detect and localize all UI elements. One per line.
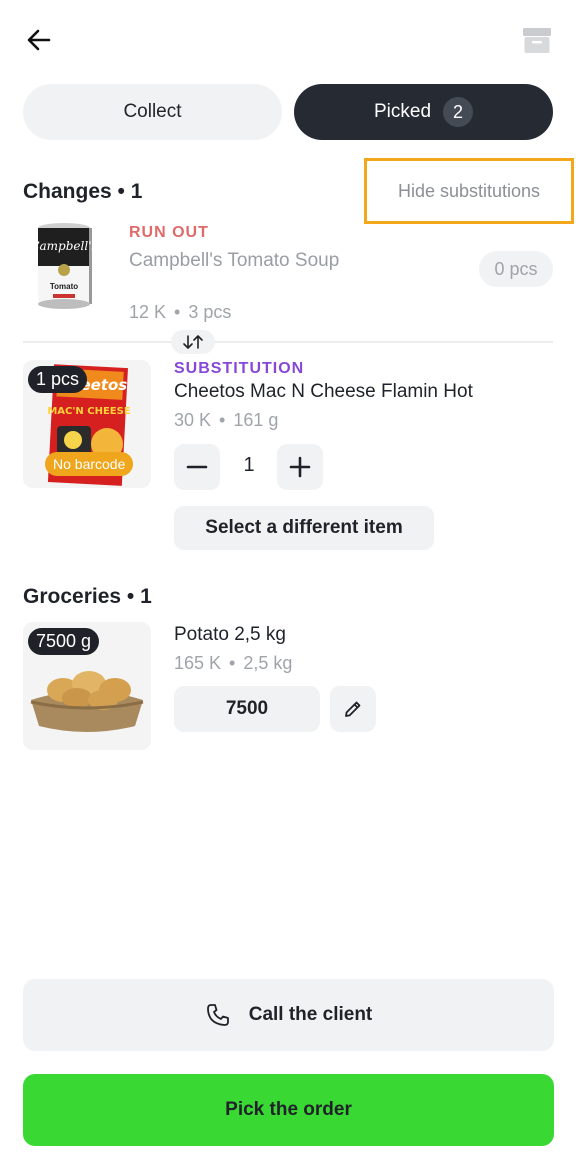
arrow-left-icon — [27, 29, 51, 51]
tab-picked[interactable]: Picked 2 — [294, 84, 553, 140]
pick-order-button[interactable]: Pick the order — [23, 1074, 554, 1146]
swap-arrows-icon — [183, 335, 203, 349]
original-item-meta: 12 K • 3 pcs — [129, 302, 231, 323]
edit-weight-button[interactable] — [330, 686, 376, 732]
original-item-name: Campbell's Tomato Soup — [129, 250, 340, 271]
minus-icon — [186, 465, 208, 469]
pick-order-label: Pick the order — [225, 1099, 352, 1120]
substitution-divider — [23, 341, 553, 343]
tab-picked-label: Picked — [373, 101, 432, 122]
grocery-item-meta: 165 K • 2,5 kg — [174, 653, 292, 674]
increase-quantity-button[interactable] — [277, 444, 323, 490]
grocery-item-amount: 2,5 kg — [243, 653, 293, 673]
hide-substitutions-button[interactable]: Hide substitutions — [364, 158, 574, 224]
call-client-button[interactable]: Call the client — [23, 979, 554, 1051]
picked-quantity-badge: 0 pcs — [479, 251, 553, 287]
pencil-icon — [345, 701, 361, 717]
phone-icon — [206, 1004, 229, 1026]
substitution-tag: SUBSTITUTION — [174, 360, 305, 377]
plus-icon — [289, 456, 311, 478]
quantity-value: 1 — [243, 454, 255, 476]
grocery-item-price: 165 K — [174, 653, 222, 673]
potato-image: 7500 g — [23, 622, 151, 750]
svg-text:Campbell's: Campbell's — [30, 239, 97, 253]
archive-button[interactable] — [517, 22, 557, 58]
original-item-price: 12 K — [129, 302, 167, 322]
swap-indicator — [171, 330, 215, 354]
no-barcode-badge: No barcode — [45, 452, 134, 476]
select-different-item-label: Select a different item — [205, 517, 403, 538]
weight-value: 7500 — [225, 698, 269, 719]
run-out-tag: RUN OUT — [129, 224, 209, 241]
cheetos-image: Cheetos MAC'N CHEESE 1 pcs No barcode — [23, 360, 151, 488]
separator-dot: • — [229, 653, 236, 673]
separator-dot: • — [219, 410, 226, 430]
select-different-item-button[interactable]: Select a different item — [174, 506, 434, 550]
tab-collect[interactable]: Collect — [23, 84, 282, 140]
call-client-label: Call the client — [248, 1004, 373, 1025]
svg-text:Tomato: Tomato — [50, 282, 78, 291]
picked-quantity-value: 0 pcs — [494, 258, 538, 279]
changes-section-title: Changes • 1 — [23, 180, 143, 203]
archive-box-icon — [523, 28, 551, 53]
soup-can-image: Campbell's Tomato — [23, 220, 113, 312]
back-button[interactable] — [18, 22, 60, 58]
weight-badge: 7500 g — [28, 628, 100, 655]
substitution-item-price: 30 K — [174, 410, 212, 430]
grocery-item-name: Potato 2,5 kg — [174, 624, 286, 645]
weight-value-field[interactable]: 7500 — [174, 686, 320, 732]
substitution-item-amount: 161 g — [233, 410, 279, 430]
substitution-item-name: Cheetos Mac N Cheese Flamin Hot — [174, 381, 473, 402]
substitution-qty-badge: 1 pcs — [28, 366, 88, 393]
substitution-item-meta: 30 K • 161 g — [174, 410, 278, 431]
original-item-amount: 3 pcs — [188, 302, 232, 322]
hide-substitutions-label: Hide substitutions — [397, 180, 541, 201]
tab-collect-label: Collect — [123, 101, 182, 122]
picked-count-badge: 2 — [443, 97, 474, 127]
decrease-quantity-button[interactable] — [174, 444, 220, 490]
groceries-section-title: Groceries • 1 — [23, 585, 152, 608]
separator-dot: • — [174, 302, 181, 322]
svg-text:MAC'N CHEESE: MAC'N CHEESE — [47, 406, 131, 417]
